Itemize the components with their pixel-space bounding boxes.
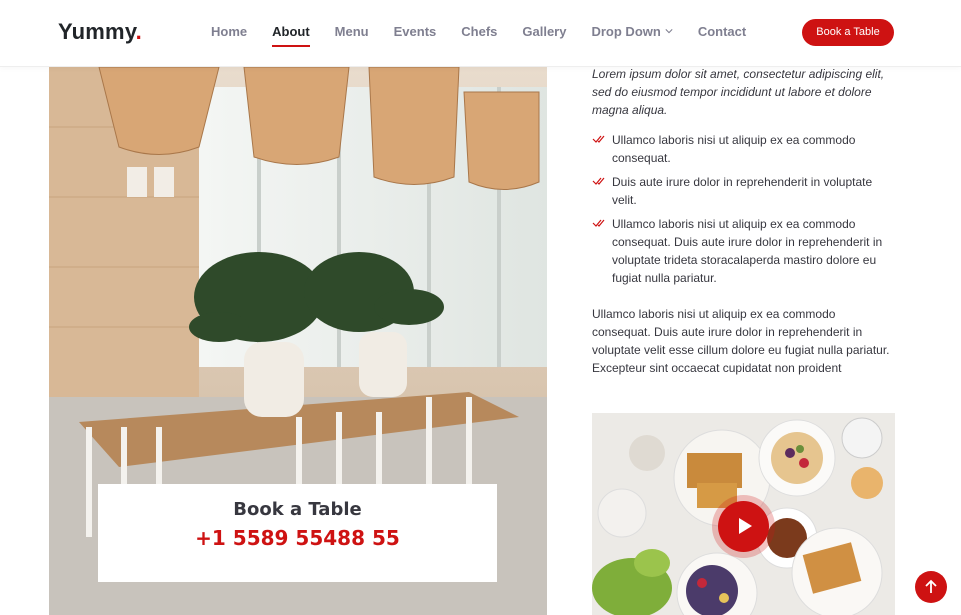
- nav-about[interactable]: About: [272, 24, 310, 47]
- list-item: Ullamco laboris nisi ut aliquip ex ea co…: [592, 215, 894, 287]
- nav-gallery[interactable]: Gallery: [522, 24, 566, 46]
- check-list: Ullamco laboris nisi ut aliquip ex ea co…: [592, 131, 894, 293]
- about-paragraph: Ullamco laboris nisi ut aliquip ex ea co…: [592, 307, 890, 375]
- chevron-down-icon: [665, 29, 673, 34]
- logo[interactable]: Yummy.: [58, 19, 142, 45]
- nav-dropdown[interactable]: Drop Down: [591, 24, 673, 46]
- arrow-up-icon: [925, 579, 937, 593]
- logo-dot: .: [135, 19, 142, 44]
- nav-menu[interactable]: Menu: [335, 24, 369, 46]
- list-item: Ullamco laboris nisi ut aliquip ex ea co…: [592, 131, 894, 167]
- double-check-icon: [592, 219, 605, 227]
- list-item: Duis aute irure dolor in reprehenderit i…: [592, 173, 894, 209]
- nav-chefs[interactable]: Chefs: [461, 24, 497, 46]
- phone-number[interactable]: +1 5589 55488 55: [98, 526, 497, 550]
- logo-text: Yummy: [58, 19, 136, 44]
- nav-events[interactable]: Events: [394, 24, 437, 46]
- intro-text: Lorem ipsum dolor sit amet, consectetur …: [592, 67, 885, 117]
- double-check-icon: [592, 177, 605, 185]
- book-table-title: Book a Table: [233, 499, 362, 520]
- nav-home[interactable]: Home: [211, 24, 247, 46]
- play-icon: [739, 518, 752, 534]
- site-header: Yummy. Home About Menu Events Chefs Gall…: [0, 0, 961, 67]
- book-table-button[interactable]: Book a Table: [802, 19, 894, 46]
- scroll-top-button[interactable]: [915, 571, 947, 603]
- play-button[interactable]: [718, 501, 769, 552]
- nav-contact[interactable]: Contact: [698, 24, 746, 46]
- double-check-icon: [592, 135, 605, 143]
- main-nav: Home About Menu Events Chefs Gallery Dro…: [211, 24, 746, 47]
- book-table-card: Book a Table +1 5589 55488 55: [98, 484, 497, 582]
